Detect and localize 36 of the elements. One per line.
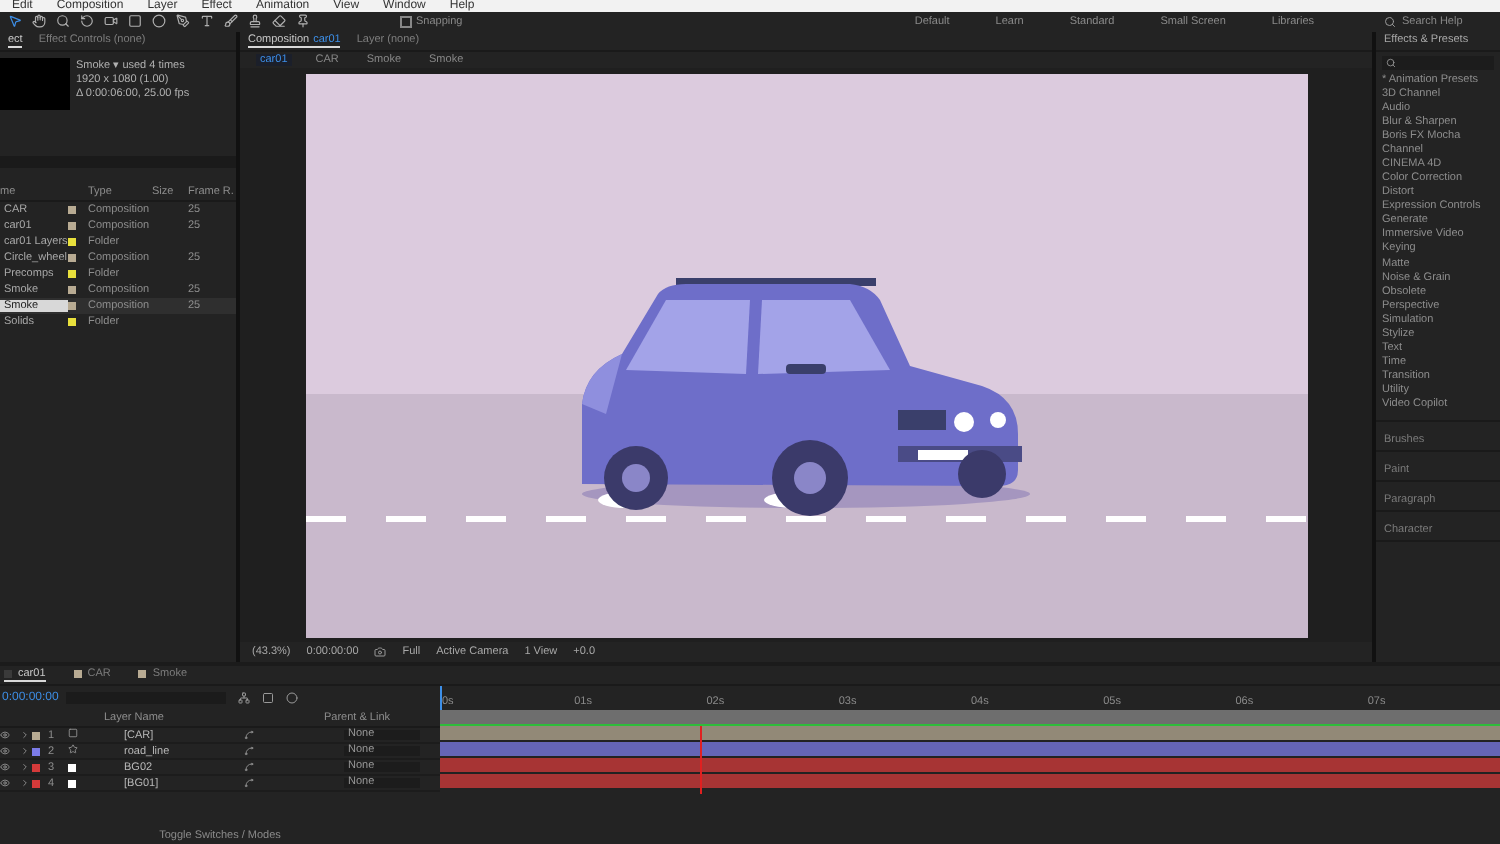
pin-tool-icon[interactable] xyxy=(296,14,310,29)
stamp-tool-icon[interactable] xyxy=(248,14,262,29)
pen-tool-icon[interactable] xyxy=(176,14,190,29)
star-icon[interactable] xyxy=(68,744,78,755)
layer-duration-bar[interactable] xyxy=(440,742,1500,759)
pick-whip-icon[interactable] xyxy=(244,778,254,789)
selection-tool-icon[interactable] xyxy=(8,14,22,29)
rectangle-tool-icon[interactable] xyxy=(128,14,142,29)
ellipse-tool-icon[interactable] xyxy=(152,14,166,29)
eye-icon[interactable] xyxy=(0,762,10,773)
pick-whip-icon[interactable] xyxy=(244,762,254,773)
snapping-checkbox[interactable] xyxy=(400,15,412,28)
type-tool-icon[interactable] xyxy=(200,14,214,29)
flowchart-icon[interactable] xyxy=(238,692,250,705)
layer-duration-bar[interactable] xyxy=(440,774,1500,791)
eye-icon[interactable] xyxy=(0,778,10,789)
composition-icon[interactable] xyxy=(68,728,78,739)
marker-line xyxy=(700,726,702,795)
frame-icon[interactable] xyxy=(262,692,274,705)
camera-icon[interactable] xyxy=(374,646,387,659)
zoom-tool-icon[interactable] xyxy=(56,14,70,29)
brush-tool-icon[interactable] xyxy=(224,14,238,29)
effects-search-field[interactable] xyxy=(1382,55,1494,70)
eye-icon[interactable] xyxy=(0,746,10,757)
camera-tool-icon[interactable] xyxy=(104,14,118,29)
eraser-tool-icon[interactable] xyxy=(272,14,286,29)
pick-whip-icon[interactable] xyxy=(244,730,254,741)
hand-tool-icon[interactable] xyxy=(32,14,46,29)
search-icon[interactable] xyxy=(1386,57,1396,68)
pick-whip-icon[interactable] xyxy=(244,746,254,757)
search-icon[interactable] xyxy=(1384,15,1396,28)
layer-duration-bar[interactable] xyxy=(440,726,1500,743)
eye-icon[interactable] xyxy=(0,730,10,741)
thumbnail-preview xyxy=(0,57,70,110)
rotate-tool-icon[interactable] xyxy=(80,14,94,29)
layer-duration-bar[interactable] xyxy=(440,758,1500,775)
